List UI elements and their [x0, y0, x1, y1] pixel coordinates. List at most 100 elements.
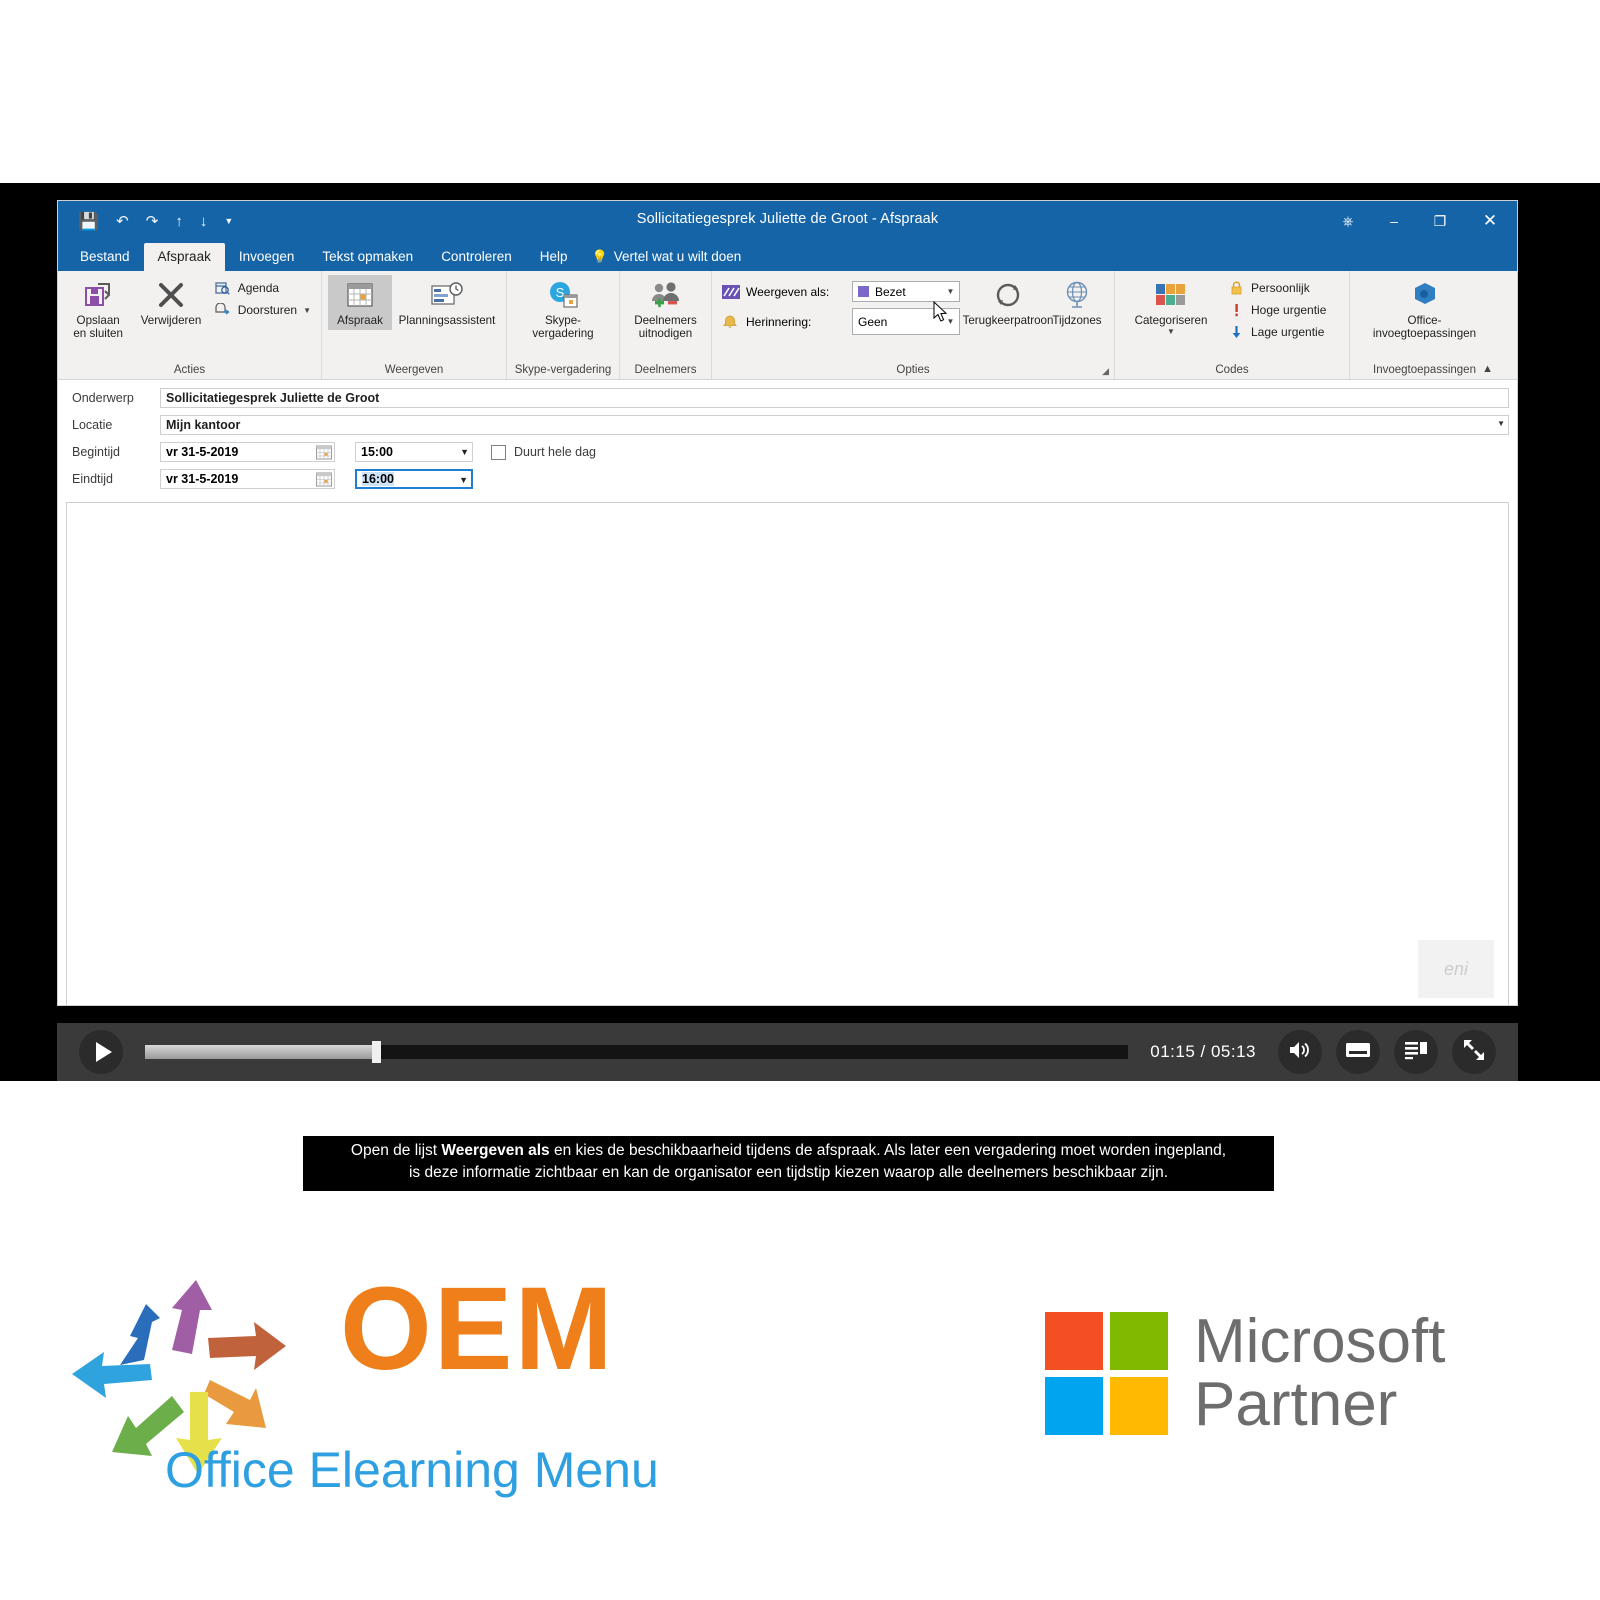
time-zones-button[interactable]: Tijdzones — [1046, 275, 1108, 330]
location-input[interactable]: Mijn kantoor ▼ — [160, 415, 1509, 435]
show-as-label: Weergeven als: — [746, 284, 830, 299]
end-date-input[interactable]: vr 31-5-2019 — [160, 469, 335, 489]
group-label-codes: Codes — [1215, 364, 1249, 376]
doorsturen-label: Doorsturen — [237, 303, 298, 317]
high-importance-button[interactable]: Hoge urgentie — [1223, 300, 1330, 320]
office-addins-icon — [1409, 278, 1441, 312]
ribbon-group-deelnemers: Deelnemers uitnodigen Deelnemers — [619, 271, 711, 379]
ms-square-green — [1110, 1311, 1168, 1370]
skype-meeting-button[interactable]: S Skype- vergadering — [513, 275, 613, 344]
caption-line-2: is deze informatie zichtbaar en kan de o… — [408, 1164, 1169, 1182]
start-time-input[interactable]: 15:00 ▼ — [355, 442, 473, 462]
ribbon-group-opties: Weergeven als: Bezet ▼ Herinnering: Geen… — [711, 271, 1114, 379]
window-title-bar: 💾 ↶ ↷ ↑ ↓ ▼ Sollicitatiegesprek Juliette… — [58, 201, 1517, 241]
progress-filled — [145, 1045, 377, 1059]
group-label-deelnemers: Deelnemers — [634, 364, 697, 376]
ribbon-tabs[interactable]: Bestand Afspraak Invoegen Tekst opmaken … — [58, 241, 1517, 271]
time-display: 01:15 / 05:13 — [1150, 1042, 1256, 1061]
ms-square-red — [1045, 1311, 1103, 1370]
collapse-ribbon-icon[interactable]: ▲ — [1482, 363, 1493, 375]
fullscreen-button[interactable] — [1452, 1030, 1496, 1074]
opties-dialog-launcher-icon[interactable]: ◢ — [1102, 366, 1109, 377]
show-as-combo[interactable]: Bezet ▼ — [852, 281, 960, 302]
ribbon-group-codes: Categoriseren ▼ Persoonlijk Hoge urgenti… — [1114, 271, 1349, 379]
agenda-button[interactable]: Agenda — [210, 278, 315, 298]
reminder-label: Herinnering: — [746, 314, 812, 329]
agenda-label: Agenda — [237, 281, 280, 295]
closed-captions-button[interactable] — [1336, 1030, 1380, 1074]
volume-button[interactable] — [1278, 1030, 1322, 1074]
delete-x-icon — [156, 278, 186, 312]
chevron-down-icon[interactable]: ▼ — [459, 475, 468, 485]
all-day-checkbox-row[interactable]: Duurt hele dag — [491, 444, 597, 460]
reminder-value: Geen — [858, 314, 888, 329]
show-as-value: Bezet — [875, 284, 906, 299]
play-icon — [95, 1042, 112, 1062]
save-and-close-button[interactable]: Opslaan en sluiten — [64, 275, 132, 344]
tell-me-label: Vertel wat u wilt doen — [613, 249, 742, 264]
start-label: Begintijd — [72, 445, 120, 459]
start-date-input[interactable]: vr 31-5-2019 — [160, 442, 335, 462]
tab-bestand[interactable]: Bestand — [66, 243, 144, 271]
tell-me-box[interactable]: 💡 Vertel wat u wilt doen — [582, 243, 742, 271]
chevron-down-icon[interactable]: ▼ — [460, 447, 469, 457]
categorize-label: Categoriseren — [1134, 314, 1208, 327]
calendar-picker-icon[interactable] — [316, 445, 332, 460]
play-button[interactable] — [79, 1030, 123, 1074]
show-as-row: Weergeven als: Bezet ▼ — [722, 281, 960, 302]
chevron-down-icon[interactable]: ▼ — [1497, 419, 1505, 428]
afspraak-view-label: Afspraak — [337, 314, 383, 327]
tab-invoegen[interactable]: Invoegen — [225, 243, 309, 271]
window-controls[interactable]: ⎈ – ❐ ✕ — [1325, 201, 1517, 241]
tab-controleren[interactable]: Controleren — [427, 243, 526, 271]
restore-button[interactable]: ❐ — [1417, 201, 1463, 241]
codes-small-buttons: Persoonlijk Hoge urgentie Lage urgentie — [1223, 275, 1330, 342]
office-addins-button[interactable]: Office- invoegtoepassingen — [1356, 275, 1493, 344]
playlist-button[interactable] — [1394, 1030, 1438, 1074]
categorize-button[interactable]: Categoriseren ▼ — [1121, 275, 1221, 340]
appointment-form: Onderwerp Sollicitatiegesprek Juliette d… — [58, 380, 1517, 498]
reminder-bell-icon — [722, 315, 740, 329]
skype-meeting-icon: S — [546, 278, 580, 312]
close-button[interactable]: ✕ — [1463, 201, 1517, 241]
chevron-down-icon[interactable]: ▼ — [1167, 327, 1175, 336]
afspraak-view-button[interactable]: Afspraak — [328, 275, 393, 331]
end-time-input[interactable]: 16:00 ▼ — [355, 469, 473, 489]
all-day-checkbox[interactable] — [491, 444, 506, 460]
location-row: Locatie Mijn kantoor ▼ — [66, 413, 1509, 437]
fullscreen-icon — [1462, 1038, 1486, 1067]
save-and-close-label: Opslaan en sluiten — [73, 314, 123, 341]
delete-button[interactable]: Verwijderen — [134, 275, 207, 330]
time-zones-label: Tijdzones — [1052, 314, 1102, 327]
planningsassistent-button[interactable]: Planningsassistent — [394, 275, 500, 330]
screenshot-root: 💾 ↶ ↷ ↑ ↓ ▼ Sollicitatiegesprek Juliette… — [0, 0, 1600, 1600]
chevron-down-icon[interactable]: ▼ — [942, 282, 959, 301]
end-row: Eindtijd vr 31-5-2019 16:00 ▼ — [66, 467, 1509, 491]
calendar-picker-icon[interactable] — [316, 472, 332, 487]
recurrence-icon — [992, 278, 1024, 312]
group-label-opties: Opties — [896, 364, 930, 376]
oem-wordmark: OEM — [340, 1263, 615, 1395]
delete-label: Verwijderen — [140, 314, 202, 327]
progress-bar[interactable] — [145, 1041, 1129, 1063]
chevron-down-icon[interactable]: ▼ — [303, 306, 311, 315]
doorsturen-button[interactable]: Doorsturen ▼ — [210, 300, 315, 320]
appointment-body-editor[interactable]: eni — [66, 502, 1509, 1005]
recurrence-button[interactable]: Terugkeerpatroon — [963, 275, 1053, 330]
private-button[interactable]: Persoonlijk — [1223, 278, 1330, 298]
subject-input[interactable]: Sollicitatiegesprek Juliette de Groot — [160, 388, 1509, 408]
all-day-label: Duurt hele dag — [514, 445, 597, 459]
tab-help[interactable]: Help — [526, 243, 582, 271]
video-caption: Open de lijst Weergeven als en kies de b… — [303, 1136, 1274, 1191]
minimize-button[interactable]: – — [1371, 201, 1417, 241]
progress-handle[interactable] — [372, 1041, 382, 1063]
tab-afspraak[interactable]: Afspraak — [143, 243, 225, 271]
invite-attendees-button[interactable]: Deelnemers uitnodigen — [626, 275, 705, 344]
ribbon-display-options-icon[interactable]: ⎈ — [1325, 201, 1371, 241]
start-date-value: vr 31-5-2019 — [166, 445, 239, 459]
low-importance-button[interactable]: Lage urgentie — [1223, 322, 1330, 342]
planningsassistent-label: Planningsassistent — [398, 314, 496, 327]
tab-tekst-opmaken[interactable]: Tekst opmaken — [308, 243, 427, 271]
group-label-acties: Acties — [173, 364, 206, 376]
group-label-skype: Skype-vergadering — [514, 364, 612, 376]
